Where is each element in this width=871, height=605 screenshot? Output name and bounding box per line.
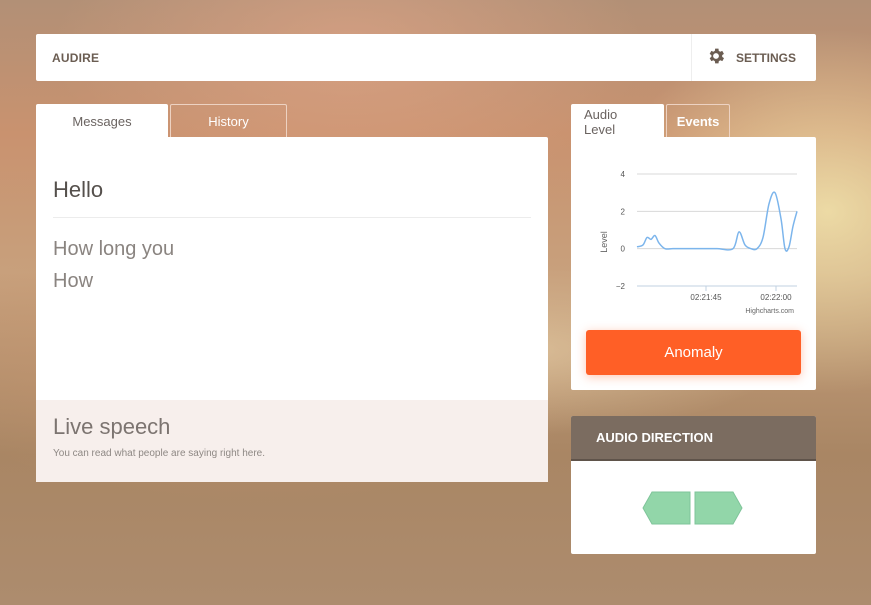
anomaly-button[interactable]: Anomaly xyxy=(586,330,801,375)
y-axis-label: Level xyxy=(599,231,609,253)
divider xyxy=(53,217,531,218)
latest-message: Hello xyxy=(53,177,104,202)
live-speech-description: You can read what people are saying righ… xyxy=(53,448,265,459)
tab-history[interactable]: History xyxy=(170,104,287,138)
message-item: How long you xyxy=(53,238,175,260)
tab-audio-level[interactable]: Audio Level xyxy=(571,104,664,138)
audio-tabs: Audio Level Events xyxy=(571,104,730,138)
audio-direction-title: AUDIO DIRECTION xyxy=(571,416,816,461)
settings-button[interactable]: SETTINGS xyxy=(690,34,816,81)
tab-events[interactable]: Events xyxy=(666,104,730,138)
audio-level-panel: 4 2 0 −2 02:21:45 02:22:00 Level Highcharts.c… xyxy=(571,137,816,390)
live-speech-box: Live speech You can read what people are… xyxy=(36,400,548,482)
chart-credits: Highcharts.com xyxy=(745,308,794,315)
direction-arrows xyxy=(642,491,744,525)
message-list: How long you How xyxy=(53,233,174,297)
audio-direction-panel: AUDIO DIRECTION xyxy=(571,416,816,554)
y-tick-label: 0 xyxy=(621,245,626,254)
messages-panel: Hello How long you How Live speech You c… xyxy=(36,137,548,482)
arrow-left-icon[interactable] xyxy=(642,491,692,525)
gear-icon xyxy=(706,46,726,69)
audio-level-chart: 4 2 0 −2 02:21:45 02:22:00 Level Highcharts.c… xyxy=(599,170,798,315)
y-tick-label: 4 xyxy=(621,170,626,179)
level-series-line xyxy=(636,191,798,252)
top-bar: AUDIRE SETTINGS xyxy=(36,34,816,81)
y-tick-label: 2 xyxy=(621,207,626,216)
y-tick-label: −2 xyxy=(616,282,626,291)
app-title: AUDIRE xyxy=(52,50,100,65)
live-speech-title: Live speech xyxy=(53,414,171,439)
message-tabs: Messages History xyxy=(36,104,287,138)
settings-label: SETTINGS xyxy=(735,50,796,65)
arrow-right-icon[interactable] xyxy=(694,491,744,525)
x-tick-label: 02:21:45 xyxy=(690,293,722,302)
tab-messages[interactable]: Messages xyxy=(36,104,168,138)
message-item: How xyxy=(53,270,94,292)
x-tick-label: 02:22:00 xyxy=(760,293,792,302)
